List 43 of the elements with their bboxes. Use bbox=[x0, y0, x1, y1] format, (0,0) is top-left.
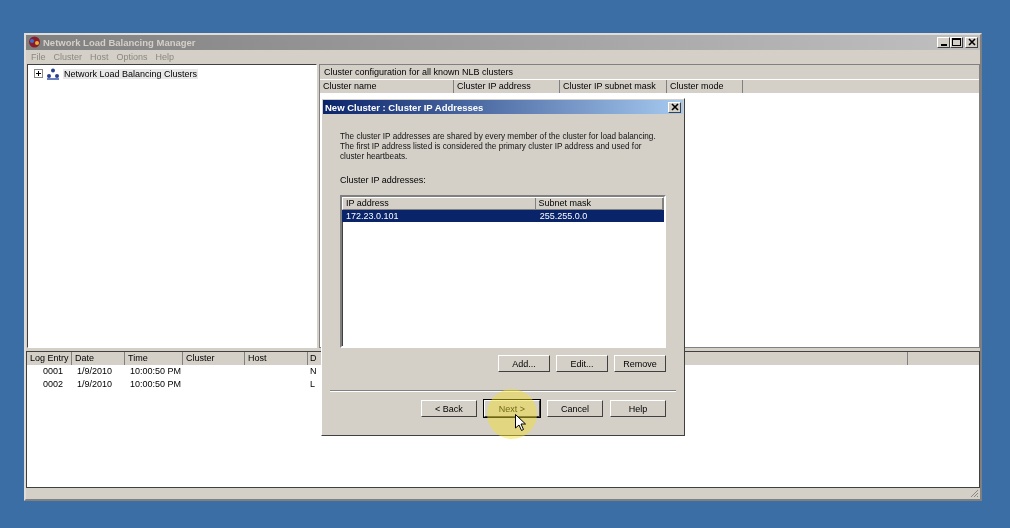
table-cell: 10:00:50 PM bbox=[130, 378, 182, 389]
list-button[interactable]: Edit... bbox=[556, 355, 608, 372]
table-cell: 1/9/2010 bbox=[77, 365, 113, 376]
wizard-button[interactable]: Cancel bbox=[547, 400, 603, 417]
column-header[interactable]: Log Entry bbox=[27, 351, 72, 365]
column-header[interactable]: Time bbox=[125, 351, 183, 365]
app-icon bbox=[28, 36, 41, 49]
resize-grip-icon[interactable] bbox=[969, 488, 979, 498]
column-header[interactable]: Cluster mode bbox=[667, 79, 743, 93]
column-header[interactable]: Cluster bbox=[183, 351, 245, 365]
close-button[interactable] bbox=[668, 101, 681, 113]
description-text: The cluster IP addresses are shared by every member of the cluster for load balancing. The first IP address listed is considered the primary cluster IP address and used for cluster heartbeats. bbox=[340, 132, 657, 162]
dialog-title: New Cluster : Cluster IP Addresses bbox=[325, 101, 485, 113]
mouse-pointer-icon bbox=[515, 414, 526, 431]
close-button[interactable] bbox=[965, 36, 978, 48]
list-button[interactable]: Remove bbox=[614, 355, 666, 372]
minimize-button[interactable] bbox=[937, 36, 950, 48]
window-title: Network Load Balancing Manager bbox=[43, 36, 197, 48]
column-header[interactable]: Cluster IP subnet mask bbox=[560, 79, 667, 93]
table-cell: 0001 bbox=[43, 365, 64, 376]
wizard-button[interactable]: < Back bbox=[421, 400, 477, 417]
table-cell: N bbox=[310, 365, 317, 376]
list-button[interactable]: Add... bbox=[498, 355, 550, 372]
click-highlight bbox=[487, 389, 537, 439]
table-cell: 0002 bbox=[43, 378, 64, 389]
expand-icon[interactable] bbox=[34, 69, 43, 79]
list-label: Cluster IP addresses: bbox=[340, 175, 427, 185]
column-header[interactable]: Date bbox=[72, 351, 125, 365]
column-header[interactable]: Subnet mask bbox=[535, 198, 663, 209]
cluster-icon bbox=[46, 67, 60, 80]
maximize-icon bbox=[952, 38, 961, 47]
column-header[interactable]: IP address bbox=[343, 198, 536, 209]
column-header[interactable]: Host bbox=[245, 351, 308, 365]
column-header[interactable]: Cluster IP address bbox=[454, 79, 560, 93]
wizard-button[interactable]: Next > bbox=[484, 400, 540, 417]
table-cell: 10:00:50 PM bbox=[130, 365, 182, 376]
wizard-button[interactable]: Help bbox=[610, 400, 666, 417]
list-row[interactable]: 172.23.0.101 255.255.0.0 bbox=[342, 210, 664, 222]
table-cell: 1/9/2010 bbox=[77, 378, 113, 389]
tree-item[interactable]: Network Load Balancing Clusters bbox=[63, 68, 199, 79]
table-cell: L bbox=[310, 378, 315, 389]
maximize-button[interactable] bbox=[950, 36, 963, 48]
column-header[interactable]: Cluster name bbox=[320, 79, 454, 93]
